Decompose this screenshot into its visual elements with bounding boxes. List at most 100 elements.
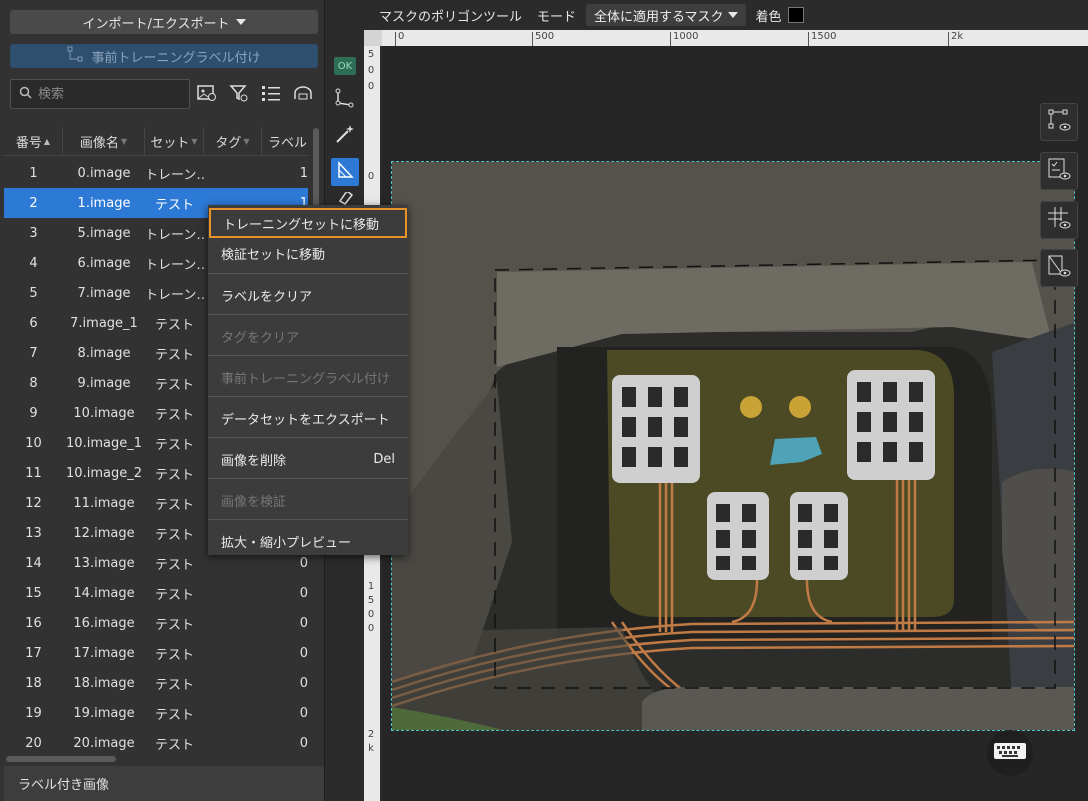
ruler-tick [532, 32, 533, 46]
image-canvas[interactable] [382, 46, 1088, 801]
table-row[interactable]: 16 16.image テスト 0 [4, 608, 308, 638]
tool-name: マスクのポリゴンツール [379, 9, 523, 25]
ruler-tick [808, 32, 809, 46]
ruler-label: 0 [367, 81, 375, 92]
cell-image-name: 18.image [73, 675, 135, 691]
ruler-tick [670, 32, 671, 46]
search-input[interactable] [38, 86, 178, 102]
context-menu-item[interactable]: 拡大・縮小プレビュー [208, 526, 408, 556]
mode-select[interactable]: 全体に適用するマスク [586, 4, 746, 26]
cell-number: 16 [25, 615, 42, 631]
table-row[interactable]: 1 0.image トレーン… 1 [4, 158, 308, 188]
eraser-icon [335, 192, 355, 206]
ruler-tick [395, 32, 396, 46]
column-header-label-count[interactable]: ラベル [262, 127, 310, 156]
cell-set: テスト [154, 437, 194, 453]
cell-image-name: 19.image [73, 705, 135, 721]
cell-image-name: 14.image [73, 585, 135, 601]
context-menu-item[interactable]: 画像を削除 Del [208, 444, 408, 474]
annotation-image[interactable] [391, 161, 1075, 731]
caret-down-icon [727, 12, 738, 18]
cell-set: テスト [154, 737, 194, 753]
caret-down-icon [235, 19, 246, 25]
ok-button[interactable]: OK [334, 57, 356, 75]
ruler-label: 0 [367, 609, 375, 620]
magic-wand-tool[interactable] [331, 122, 359, 150]
context-menu: トレーニングセットに移動 検証セットに移動 ラベルをクリア タグをクリア 事前トレーニン… [208, 205, 408, 555]
column-header-label: タグ [215, 136, 242, 151]
grid-view-button[interactable] [1040, 201, 1078, 239]
table-row[interactable]: 17 17.image テスト 0 [4, 638, 308, 668]
context-menu-item[interactable]: データセットをエクスポート [208, 403, 408, 433]
mask-tool-icon [335, 160, 355, 184]
cell-set: テスト [154, 317, 194, 333]
grid-view-icon [1046, 205, 1072, 235]
column-header-number[interactable]: 番号 ▲ [4, 127, 63, 156]
cell-image-name: 10.image_1 [66, 435, 142, 451]
ruler-label: 0 [398, 31, 405, 42]
context-menu-item[interactable]: ラベルをクリア [208, 280, 408, 310]
mode-value: 全体に適用するマスク [594, 9, 724, 25]
table-row[interactable]: 15 14.image テスト 0 [4, 578, 308, 608]
color-swatch[interactable] [787, 7, 804, 23]
column-header-tag[interactable]: タグ ▼ [204, 127, 262, 156]
context-menu-item[interactable]: トレーニングセットに移動 [209, 208, 407, 238]
ruler-label: 5 [367, 595, 375, 606]
mask-view-icon [1046, 253, 1072, 283]
cell-set: テスト [154, 407, 194, 423]
mask-view-button[interactable] [1040, 249, 1078, 287]
menu-separator [208, 396, 408, 397]
search-icon [19, 86, 32, 103]
cell-number: 5 [29, 285, 38, 301]
cell-number: 10 [25, 435, 42, 451]
cell-label-count: 0 [299, 705, 308, 721]
node-icon [67, 46, 83, 66]
cell-number: 9 [29, 405, 38, 421]
cell-label-count: 1 [299, 165, 308, 181]
ruler-label: 1500 [811, 31, 837, 42]
cell-set: テスト [154, 677, 194, 693]
context-menu-item[interactable]: 検証セットに移動 [208, 238, 408, 268]
ruler-label: 0 [367, 171, 375, 182]
checklist-view-button[interactable] [1040, 152, 1078, 190]
polygon-tool[interactable] [331, 86, 359, 114]
cloud-icon[interactable] [292, 82, 314, 104]
column-header-set[interactable]: セット ▼ [145, 127, 204, 156]
sort-icon: ▼ [191, 137, 198, 146]
table-row[interactable]: 20 20.image テスト 0 [4, 728, 308, 758]
context-menu-item-label: 画像を検証 [221, 494, 287, 510]
cell-number: 11 [25, 465, 42, 481]
menu-separator [208, 437, 408, 438]
keyboard-shortcuts-button[interactable] [987, 730, 1033, 776]
cell-set: テスト [154, 707, 194, 723]
cell-number: 2 [29, 195, 38, 211]
ruler-tick [948, 32, 949, 46]
cell-set: トレーン… [145, 227, 204, 243]
cell-set: トレーン… [145, 167, 204, 183]
cell-image-name: 1.image [77, 195, 131, 211]
context-menu-item-label: 拡大・縮小プレビュー [221, 535, 352, 551]
cell-image-name: 13.image [73, 555, 135, 571]
cell-image-name: 16.image [73, 615, 135, 631]
cell-set: テスト [154, 557, 194, 573]
mask-tool[interactable] [331, 158, 359, 186]
sort-icon: ▼ [243, 137, 250, 146]
cell-number: 13 [25, 525, 42, 541]
labeled-images-footer[interactable]: ラベル付き画像 [4, 766, 324, 801]
cell-set: トレーン… [145, 287, 204, 303]
ruler-label: 500 [535, 31, 555, 42]
list-icon[interactable] [260, 82, 282, 104]
ruler-label: 5 [367, 49, 375, 60]
column-header-name[interactable]: 画像名 ▼ [63, 127, 145, 156]
cell-set: トレーン… [145, 257, 204, 273]
table-row[interactable]: 18 18.image テスト 0 [4, 668, 308, 698]
horizontal-scrollbar[interactable] [6, 756, 116, 762]
filter-icon[interactable] [228, 82, 250, 104]
eraser-tool[interactable] [331, 192, 359, 206]
image-settings-icon[interactable] [196, 82, 218, 104]
pretrain-label-button[interactable]: 事前トレーニングラベル付け [10, 44, 318, 68]
cell-set: テスト [154, 467, 194, 483]
import-export-button[interactable]: インポート/エクスポート [10, 10, 318, 34]
table-row[interactable]: 19 19.image テスト 0 [4, 698, 308, 728]
node-view-button[interactable] [1040, 103, 1078, 141]
